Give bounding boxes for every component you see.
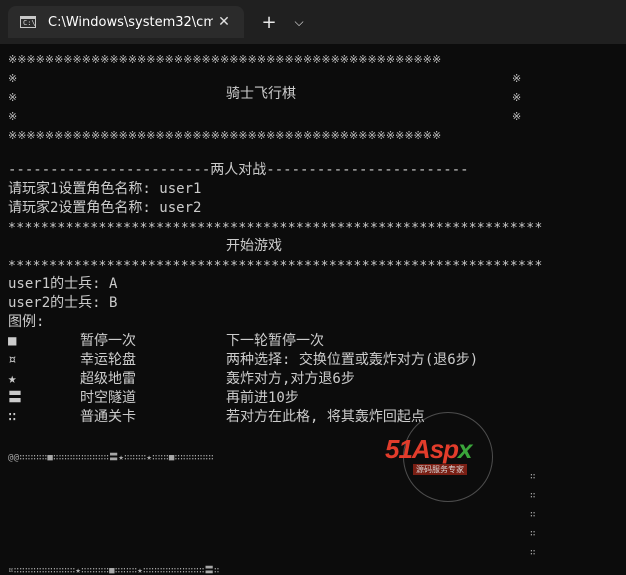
soldier-user2: user2的士兵: B [8,295,118,311]
soldier-user1: user1的士兵: A [8,276,118,292]
prompt-player2: 请玩家2设置角色名称: user2 [8,200,202,216]
legend-symbol: ∷ [8,409,17,425]
banner-side-left: ※ [8,72,18,85]
banner-side-right: ※ [512,72,522,85]
board-cell: ∷ [530,529,536,539]
board-row-bottom: ¤∷∷∷∷∷∷∷∷∷∷∷★∷∷∷∷∷■∷∷∷∷★∷∷∷∷∷∷∷∷∷∷∷〓∷ [8,566,220,575]
new-tab-button[interactable]: + [258,11,280,33]
start-game-title: 开始游戏 [226,238,282,254]
console-output[interactable]: ※※※※※※※※※※※※※※※※※※※※※※※※※※※※※※※※※※※※※※※※… [0,44,626,575]
chevron-down-icon[interactable]: ⌵ [288,11,310,33]
title-bar: C:\ C:\Windows\system32\cmd.e: ✕ + ⌵ [0,0,626,44]
legend-name: 幸运轮盘 [80,352,136,368]
banner-side-left: ※ [8,110,18,123]
legend-symbol: ¤ [8,352,17,368]
legend-desc: 若对方在此格, 将其轰炸回起点 [226,409,425,425]
banner-side-right: ※ [512,91,522,104]
legend-desc: 两种选择: 交换位置或轰炸对方(退6步) [226,352,479,368]
legend-symbol: ■ [8,333,17,349]
prompt-player1: 请玩家1设置角色名称: user1 [8,181,202,197]
legend-name: 超级地雷 [80,371,136,387]
game-title: 骑士飞行棋 [226,86,296,102]
legend-desc: 下一轮暂停一次 [226,333,324,349]
star-divider: ****************************************… [8,221,543,236]
tab-title: C:\Windows\system32\cmd.e: [48,14,213,30]
close-tab-icon[interactable]: ✕ [214,12,234,32]
legend-symbol: ★ [8,371,17,387]
mode-line: ------------------------两人对战------------… [8,162,469,178]
banner-border-bottom: ※※※※※※※※※※※※※※※※※※※※※※※※※※※※※※※※※※※※※※※※… [8,129,442,142]
board-cell: ∷ [530,510,536,520]
board-row-top: @@∷∷∷∷∷■∷∷∷∷∷∷∷∷∷∷〓★∷∷∷∷★∷∷∷■∷∷∷∷∷∷∷ [8,453,214,463]
board-cell: ∷ [530,491,536,501]
terminal-tab[interactable]: C:\ C:\Windows\system32\cmd.e: ✕ [8,6,244,38]
legend-name: 暂停一次 [80,333,136,349]
banner-border-top: ※※※※※※※※※※※※※※※※※※※※※※※※※※※※※※※※※※※※※※※※… [8,53,442,66]
star-divider: ****************************************… [8,259,543,274]
legend-desc: 轰炸对方,对方退6步 [226,371,355,387]
board-cell: ∷ [530,472,536,482]
legend-name: 时空隧道 [80,390,136,406]
legend-symbol: 〓 [8,390,22,406]
banner-side-left: ※ [8,91,18,104]
legend-name: 普通关卡 [80,409,136,425]
legend-desc: 再前进10步 [226,390,299,406]
legend-heading: 图例: [8,314,45,330]
banner-side-right: ※ [512,110,522,123]
cmd-icon: C:\ [20,16,36,28]
board-cell: ∷ [530,548,536,558]
